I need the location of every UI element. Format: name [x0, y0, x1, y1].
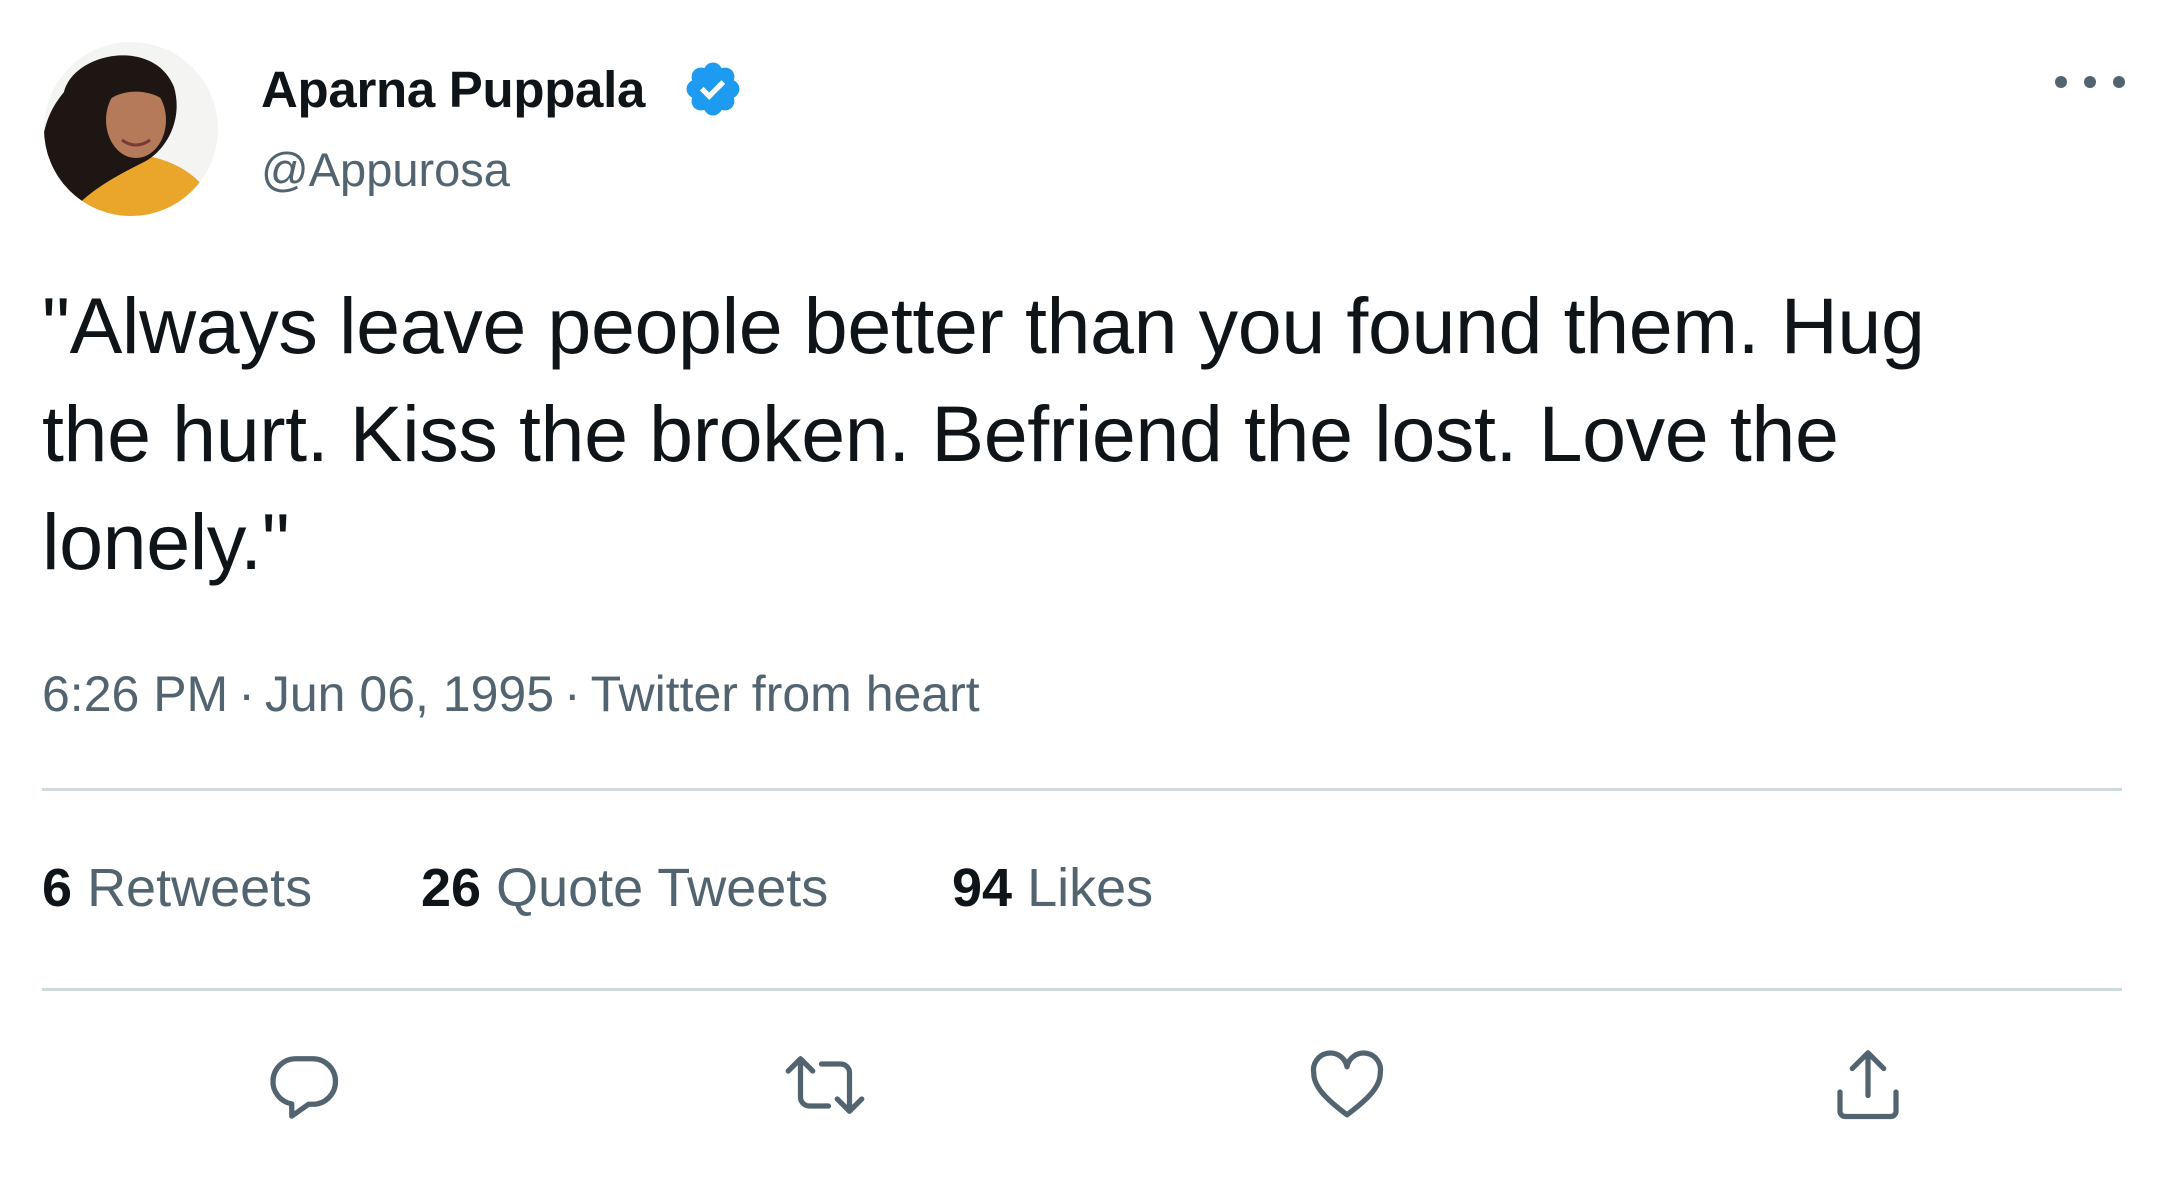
tweet-metadata: 6:26 PM · Jun 06, 1995 · Twitter from heart — [42, 664, 980, 724]
tweet-date[interactable]: Jun 06, 1995 — [265, 666, 554, 722]
verified-badge-icon — [682, 58, 744, 120]
tweet-text-line: "Always leave people better than you fou… — [42, 281, 1925, 370]
retweet-icon — [785, 1056, 865, 1114]
tweet-card: Aparna Puppala @Appurosa "Always leave p… — [0, 0, 2162, 1200]
more-dot — [2113, 76, 2125, 88]
tweet-time[interactable]: 6:26 PM — [42, 666, 228, 722]
likes-label: Likes — [1027, 858, 1154, 918]
avatar-image — [44, 42, 218, 216]
display-name[interactable]: Aparna Puppala — [261, 60, 645, 120]
tweet-text: "Always leave people better than you fou… — [42, 272, 2122, 596]
retweet-button[interactable] — [780, 1040, 870, 1130]
quote-tweets-label: Quote Tweets — [496, 858, 829, 918]
divider — [42, 788, 2122, 791]
reply-icon — [270, 1056, 339, 1119]
likes-count: 94 — [952, 858, 1013, 918]
meta-separator: · — [564, 666, 581, 722]
avatar[interactable] — [44, 42, 218, 216]
meta-separator: · — [238, 666, 255, 722]
reply-button[interactable] — [259, 1040, 349, 1130]
share-icon — [1837, 1050, 1899, 1120]
retweets-label: Retweets — [87, 858, 313, 918]
like-icon — [1310, 1050, 1384, 1118]
quote-tweets-count: 26 — [421, 858, 482, 918]
tweet-text-line: lonely." — [42, 497, 290, 586]
retweets-count: 6 — [42, 858, 73, 918]
divider — [42, 988, 2122, 991]
tweet-source[interactable]: Twitter from heart — [591, 666, 980, 722]
share-button[interactable] — [1823, 1040, 1913, 1130]
retweets-stat[interactable]: 6 Retweets — [42, 856, 312, 920]
likes-stat[interactable]: 94 Likes — [952, 856, 1153, 920]
quote-tweets-stat[interactable]: 26 Quote Tweets — [421, 856, 828, 920]
user-handle[interactable]: @Appurosa — [261, 142, 510, 198]
more-dot — [2055, 76, 2067, 88]
tweet-text-line: the hurt. Kiss the broken. Befriend the … — [42, 389, 1839, 478]
more-dot — [2084, 76, 2096, 88]
more-options-icon[interactable] — [2055, 62, 2125, 102]
like-button[interactable] — [1302, 1040, 1392, 1130]
